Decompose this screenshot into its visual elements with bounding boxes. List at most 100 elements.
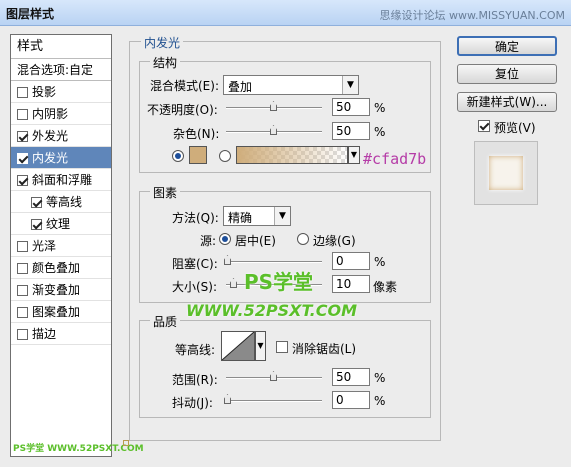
opacity-slider[interactable] [226, 101, 322, 111]
noise-percent: % [374, 125, 386, 139]
resize-corner-icon [123, 440, 129, 446]
source-edge-label: 边缘(G) [313, 234, 356, 248]
anti-alias-checkbox[interactable] [276, 341, 288, 353]
sidebar-checkbox[interactable] [17, 263, 28, 274]
jitter-slider[interactable] [224, 394, 322, 404]
sidebar-item-1[interactable]: 内阴影 [11, 103, 111, 125]
quality-title: 品质 [150, 313, 181, 330]
sidebar-item-label: 投影 [32, 85, 57, 99]
noise-input[interactable]: 50 [332, 122, 370, 140]
preview-label: 预览(V) [494, 121, 536, 135]
noise-label: 杂色(N): [173, 127, 220, 141]
source-edge-radio[interactable] [297, 233, 309, 245]
blend-mode-select[interactable]: 叠加 ▼ [223, 75, 359, 95]
method-label: 方法(Q): [172, 211, 219, 225]
contour-preview[interactable] [221, 331, 255, 361]
reset-button[interactable]: 复位 [457, 64, 557, 84]
sidebar-item-4[interactable]: 斜面和浮雕 [11, 169, 111, 191]
contour-label: 等高线: [175, 343, 216, 357]
sidebar-item-6[interactable]: 纹理 [11, 213, 111, 235]
blend-mode-label: 混合模式(E): [150, 79, 219, 93]
styles-list: 样式 混合选项:自定 投影内阴影外发光内发光斜面和浮雕等高线纹理光泽颜色叠加渐变… [10, 34, 144, 457]
choke-input[interactable]: 0 [332, 252, 370, 270]
method-select[interactable]: 精确 ▼ [223, 206, 291, 226]
sidebar-item-7[interactable]: 光泽 [11, 235, 111, 257]
sidebar-item-label: 颜色叠加 [32, 261, 81, 275]
new-style-button[interactable]: 新建样式(W)... [457, 92, 557, 112]
preview-checkbox[interactable] [478, 120, 490, 132]
choke-slider[interactable] [224, 255, 322, 265]
source-label: 源: [200, 234, 217, 248]
sidebar-item-label: 内阴影 [32, 107, 69, 121]
noise-slider[interactable] [226, 125, 322, 135]
sidebar-item-11[interactable]: 描边 [11, 323, 111, 345]
sidebar-item-10[interactable]: 图案叠加 [11, 301, 111, 323]
range-percent: % [374, 371, 386, 385]
sidebar-checkbox[interactable] [17, 285, 28, 296]
source-center-label: 居中(E) [235, 234, 276, 248]
style-preview [474, 141, 538, 205]
sidebar-item-label: 内发光 [32, 151, 69, 165]
anti-alias-label: 消除锯齿(L) [292, 342, 357, 356]
sidebar-item-8[interactable]: 颜色叠加 [11, 257, 111, 279]
sidebar-item-label: 描边 [32, 327, 57, 341]
title-bar: 图层样式 思缘设计论坛 www.MISSYUAN.COM [0, 0, 571, 26]
sidebar-item-3[interactable]: 内发光 [11, 147, 111, 169]
choke-label: 阻塞(C): [172, 257, 218, 271]
sidebar-item-label: 等高线 [46, 195, 83, 209]
contour-curve-icon [221, 331, 255, 361]
sidebar-checkbox[interactable] [31, 219, 42, 230]
range-input[interactable]: 50 [332, 368, 370, 386]
sidebar-item-label: 斜面和浮雕 [32, 173, 93, 187]
chevron-down-icon: ▼ [274, 207, 290, 225]
ps-xuetang-logo: PS学堂 [244, 270, 314, 294]
sidebar-item-label: 外发光 [32, 129, 69, 143]
size-input[interactable]: 10 [332, 275, 370, 293]
blending-options-item[interactable]: 混合选项:自定 [11, 59, 111, 81]
sidebar-checkbox[interactable] [17, 329, 28, 340]
solid-color-radio[interactable] [172, 150, 184, 162]
sidebar-checkbox[interactable] [17, 175, 28, 186]
jitter-label: 抖动(J): [172, 396, 213, 410]
window-title: 图层样式 [6, 7, 55, 21]
sidebar-checkbox[interactable] [17, 131, 28, 142]
styles-header[interactable]: 样式 [11, 35, 111, 59]
color-hex-annotation: #cfad7b [363, 150, 427, 168]
sidebar-checkbox[interactable] [17, 307, 28, 318]
sidebar-checkbox[interactable] [17, 153, 28, 164]
opacity-label: 不透明度(O): [147, 103, 218, 117]
sidebar-item-label: 图案叠加 [32, 305, 81, 319]
sidebar-checkbox[interactable] [17, 109, 28, 120]
sidebar-checkbox[interactable] [31, 197, 42, 208]
jitter-input[interactable]: 0 [332, 391, 370, 409]
ok-button[interactable]: 确定 [457, 36, 557, 56]
opacity-percent: % [374, 101, 386, 115]
watermark: 思缘设计论坛 www.MISSYUAN.COM [379, 9, 565, 22]
site-url-logo: WWW.52PSXT.COM [186, 301, 358, 320]
section-title: 内发光 [141, 34, 184, 51]
range-slider[interactable] [226, 371, 322, 381]
opacity-input[interactable]: 50 [332, 98, 370, 116]
glow-color-swatch[interactable] [189, 146, 207, 164]
gradient-swatch[interactable] [236, 146, 348, 164]
source-center-radio[interactable] [219, 233, 231, 245]
sidebar-checkbox[interactable] [17, 87, 28, 98]
range-label: 范围(R): [172, 373, 218, 387]
sidebar-checkbox[interactable] [17, 241, 28, 252]
blend-mode-value: 叠加 [228, 80, 253, 94]
sidebar-item-label: 光泽 [32, 239, 57, 253]
size-label: 大小(S): [172, 280, 218, 294]
sidebar-item-0[interactable]: 投影 [11, 81, 111, 103]
size-unit: 像素 [373, 280, 398, 294]
sidebar-item-label: 纹理 [46, 217, 71, 231]
sidebar-item-2[interactable]: 外发光 [11, 125, 111, 147]
sidebar-item-9[interactable]: 渐变叠加 [11, 279, 111, 301]
sidebar-item-label: 渐变叠加 [32, 283, 81, 297]
contour-dropdown-icon[interactable]: ▼ [255, 331, 266, 361]
jitter-percent: % [374, 394, 386, 408]
gradient-radio[interactable] [219, 150, 231, 162]
elements-title: 图素 [150, 184, 181, 201]
gradient-dropdown-icon[interactable]: ▼ [348, 146, 360, 164]
method-value: 精确 [228, 211, 253, 225]
sidebar-item-5[interactable]: 等高线 [11, 191, 111, 213]
